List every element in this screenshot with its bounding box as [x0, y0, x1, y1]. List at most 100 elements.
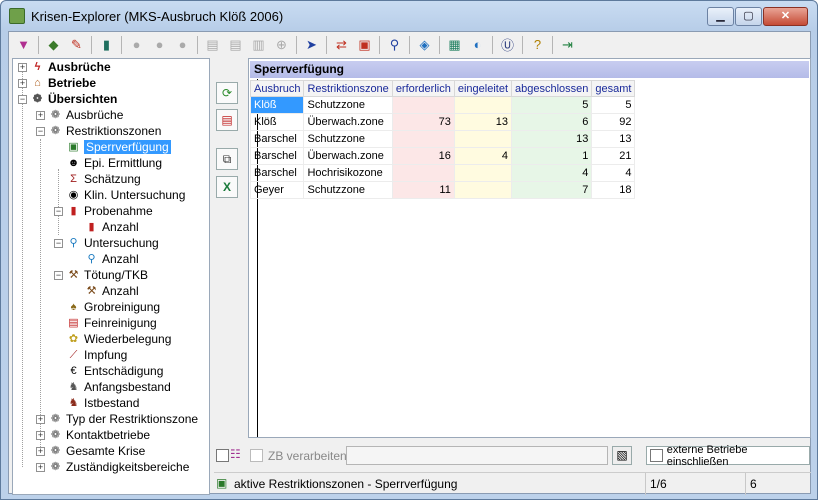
column-header[interactable]: gesamt: [591, 80, 636, 97]
column-header[interactable]: Restriktionszone: [303, 80, 393, 97]
table-cell[interactable]: 4: [510, 164, 593, 182]
table-row[interactable]: Klöß Überwach.zone 73 13 6 92: [249, 113, 636, 131]
table-cell[interactable]: 11: [391, 181, 455, 199]
column-header[interactable]: eingeleitet: [453, 80, 513, 97]
minimize-button[interactable]: ▁: [707, 7, 734, 26]
table-cell[interactable]: [391, 164, 455, 182]
table-cell[interactable]: 4: [453, 147, 513, 165]
tree-item-impfung[interactable]: ⟋ Impfung: [66, 347, 128, 363]
tree-item-gesamte-krise[interactable]: ❁ Gesamte Krise: [48, 443, 145, 459]
title-bar[interactable]: Krisen-Explorer (MKS-Ausbruch Klöß 2006)…: [1, 1, 817, 31]
tree-item-probenahme[interactable]: ▮ Probenahme: [66, 203, 152, 219]
tree-item-typ-restriktionszone[interactable]: ❁ Typ der Restriktionszone: [48, 411, 198, 427]
table-cell[interactable]: Schutzzone: [303, 130, 393, 148]
copy-icon[interactable]: ⧉: [216, 148, 238, 170]
tree-item-anfangsbestand[interactable]: ♞ Anfangsbestand: [66, 379, 171, 395]
table-cell[interactable]: 73: [391, 113, 455, 131]
table-cell[interactable]: [391, 130, 455, 148]
table-cell[interactable]: Klöß: [249, 113, 305, 131]
expand-toggle[interactable]: +: [18, 63, 27, 72]
tree-item-zustaendigkeitsbereiche[interactable]: ❁ Zuständigkeitsbereiche: [48, 459, 190, 475]
tree-item-istbestand[interactable]: ♞ Istbestand: [66, 395, 140, 411]
tree-item-untersuchung-anzahl[interactable]: ⚲ Anzahl: [84, 251, 138, 267]
close-button[interactable]: ✕: [763, 7, 808, 26]
zb-checkbox[interactable]: [250, 449, 263, 462]
table-row[interactable]: Barschel Schutzzone 13 13: [249, 130, 636, 148]
tree-item-toetung[interactable]: ⚒ Tötung/TKB: [66, 267, 148, 283]
tree-item-sperrverfuegung[interactable]: ▣ Sperrverfügung: [66, 139, 171, 155]
table-cell[interactable]: 6: [510, 113, 593, 131]
exit-icon[interactable]: ⇥: [556, 34, 579, 56]
docs-icon[interactable]: ▤: [224, 34, 247, 56]
edit-zb-button[interactable]: ▧: [612, 446, 632, 465]
book-icon[interactable]: ▮: [95, 34, 118, 56]
table-cell[interactable]: Klöß: [249, 96, 305, 114]
table-cell[interactable]: 13: [453, 113, 513, 131]
extern-checkbox-box[interactable]: [650, 449, 663, 462]
expand-toggle[interactable]: +: [18, 79, 27, 88]
calculator-icon[interactable]: ▦: [443, 34, 466, 56]
refresh-icon[interactable]: ⟳: [216, 82, 238, 104]
chart-icon[interactable]: ▥: [247, 34, 270, 56]
tree-item-klin-untersuchung[interactable]: ◉ Klin. Untersuchung: [66, 187, 186, 203]
table-cell[interactable]: 1: [510, 147, 593, 165]
table-cell[interactable]: 92: [591, 113, 636, 131]
tree-item-wiederbelegung[interactable]: ✿ Wiederbelegung: [66, 331, 172, 347]
tree-item-epi-ermittlung[interactable]: ☻ Epi. Ermittlung: [66, 155, 162, 171]
collapse-toggle[interactable]: −: [18, 95, 27, 104]
select-all-checkbox[interactable]: [216, 449, 229, 462]
table-cell[interactable]: Überwach.zone: [303, 147, 393, 165]
column-header[interactable]: Ausbruch: [249, 80, 305, 97]
tree-item-betriebe[interactable]: ⌂ Betriebe: [30, 75, 96, 91]
collapse-toggle[interactable]: −: [36, 127, 45, 136]
tree-item-ausbrueche-sub[interactable]: ❁ Ausbrüche: [48, 107, 123, 123]
expand-toggle[interactable]: +: [36, 463, 45, 472]
tree-item-untersuchung[interactable]: ⚲ Untersuchung: [66, 235, 158, 251]
tree-item-probenahme-anzahl[interactable]: ▮ Anzahl: [84, 219, 138, 235]
table-cell[interactable]: Barschel: [249, 147, 305, 165]
table-cell[interactable]: 13: [510, 130, 593, 148]
table-row[interactable]: Klöß Schutzzone 5 5: [249, 96, 636, 114]
column-header[interactable]: erforderlich: [391, 80, 455, 97]
expand-toggle[interactable]: +: [36, 415, 45, 424]
collapse-toggle[interactable]: −: [54, 271, 63, 280]
tree-item-toetung-anzahl[interactable]: ⚒ Anzahl: [84, 283, 139, 299]
edit-icon[interactable]: ✎: [65, 34, 88, 56]
table-cell[interactable]: [453, 164, 513, 182]
tree-item-restriktionszonen[interactable]: ❁ Restriktionszonen: [48, 123, 162, 139]
table-cell[interactable]: 4: [591, 164, 636, 182]
expand-toggle[interactable]: +: [36, 431, 45, 440]
table-row[interactable]: Geyer Schutzzone 11 7 18: [249, 181, 636, 199]
table-cell[interactable]: Schutzzone: [303, 181, 393, 199]
tree-item-grobreinigung[interactable]: ♠ Grobreinigung: [66, 299, 160, 315]
doc-icon[interactable]: ▤: [201, 34, 224, 56]
filter-icon[interactable]: ▼: [12, 34, 35, 56]
table-cell[interactable]: 16: [391, 147, 455, 165]
list-check-icon[interactable]: ☷: [230, 447, 246, 463]
table-cell[interactable]: Überwach.zone: [303, 113, 393, 131]
extern-checkbox[interactable]: externe Betriebe einschließen: [646, 444, 810, 468]
expand-toggle[interactable]: +: [36, 447, 45, 456]
tree-item-kontaktbetriebe[interactable]: ❁ Kontaktbetriebe: [48, 427, 150, 443]
car-icon[interactable]: ▣: [353, 34, 376, 56]
table-cell[interactable]: 5: [510, 96, 593, 114]
u-icon[interactable]: Ⓤ: [496, 34, 519, 56]
table-row[interactable]: Barschel Hochrisikozone 4 4: [249, 164, 636, 182]
table-cell[interactable]: Barschel: [249, 164, 305, 182]
help-icon[interactable]: ?: [526, 34, 549, 56]
table-cell[interactable]: 21: [591, 147, 636, 165]
zb-input[interactable]: [346, 446, 608, 465]
table-row[interactable]: Barschel Überwach.zone 16 4 1 21: [249, 147, 636, 165]
excel-icon[interactable]: X: [216, 176, 238, 198]
tree-item-feinreinigung[interactable]: ▤ Feinreinigung: [66, 315, 156, 331]
table-cell[interactable]: [453, 181, 513, 199]
collapse-toggle[interactable]: −: [54, 239, 63, 248]
diamond-icon[interactable]: ◈: [413, 34, 436, 56]
table-cell[interactable]: [391, 96, 455, 114]
table-cell[interactable]: 13: [591, 130, 636, 148]
maximize-button[interactable]: ▢: [735, 7, 762, 26]
table-cell[interactable]: [453, 130, 513, 148]
table-cell[interactable]: Hochrisikozone: [303, 164, 393, 182]
table-cell[interactable]: 7: [510, 181, 593, 199]
table-cell[interactable]: Schutzzone: [303, 96, 393, 114]
